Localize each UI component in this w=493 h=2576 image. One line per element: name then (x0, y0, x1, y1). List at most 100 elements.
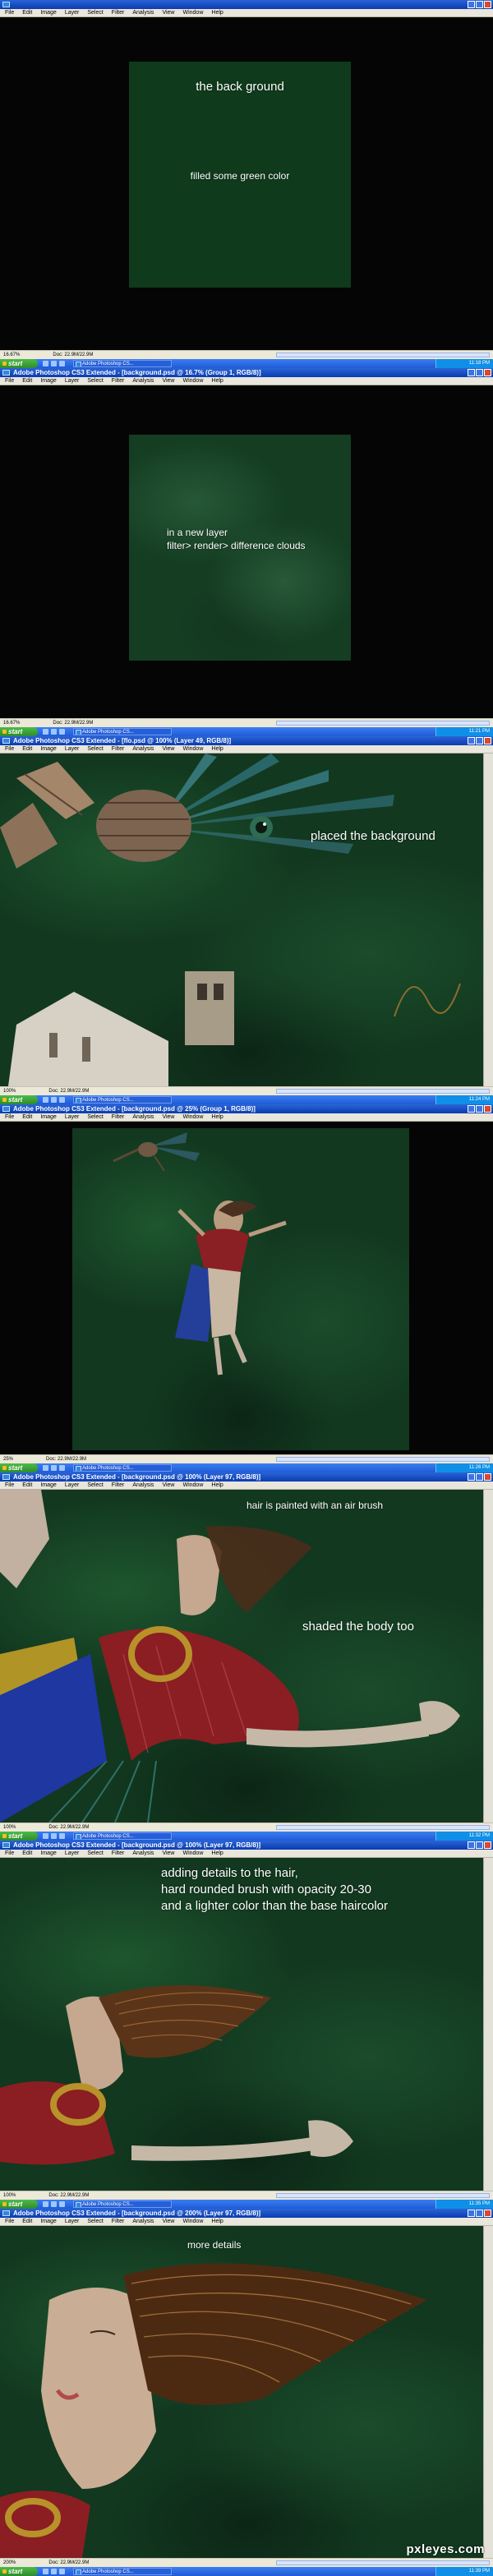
taskbar-item-photoshop[interactable]: Adobe Photoshop CS... (73, 2200, 172, 2208)
palette-panel[interactable] (483, 1490, 493, 1823)
menu-view[interactable]: View (162, 745, 174, 753)
menu-image[interactable]: Image (40, 377, 56, 385)
menu-select[interactable]: Select (87, 1482, 103, 1489)
canvas-area[interactable] (0, 1122, 493, 1454)
menu-image[interactable]: Image (40, 9, 56, 16)
menu-select[interactable]: Select (87, 1113, 103, 1121)
menu-file[interactable]: File (5, 745, 14, 753)
menu-view[interactable]: View (162, 377, 174, 385)
taskbar-item-photoshop[interactable]: Adobe Photoshop CS... (73, 1464, 172, 1472)
start-button[interactable]: start (0, 2567, 38, 2576)
start-button[interactable]: start (0, 1832, 38, 1841)
maximize-icon[interactable] (476, 1105, 483, 1113)
menu-window[interactable]: Window (182, 1482, 203, 1489)
menu-file[interactable]: File (5, 2218, 14, 2225)
menu-analysis[interactable]: Analysis (132, 1113, 154, 1121)
menu-image[interactable]: Image (40, 745, 56, 753)
menu-image[interactable]: Image (40, 2218, 56, 2225)
menu-file[interactable]: File (5, 1850, 14, 1857)
media-icon[interactable] (59, 2569, 65, 2574)
window-titlebar[interactable]: Adobe Photoshop CS3 Extended - [backgrou… (0, 1104, 493, 1113)
window-titlebar[interactable]: Adobe Photoshop CS3 Extended - [flo.psd … (0, 736, 493, 745)
menu-layer[interactable]: Layer (65, 377, 80, 385)
canvas-area[interactable]: the back ground filled some green color (0, 17, 493, 350)
ie-icon[interactable] (43, 2569, 48, 2574)
media-icon[interactable] (59, 1465, 65, 1471)
menu-edit[interactable]: Edit (22, 2218, 32, 2225)
start-button[interactable]: start (0, 359, 38, 368)
ie-icon[interactable] (43, 1465, 48, 1471)
menu-window[interactable]: Window (182, 377, 203, 385)
taskbar-item-photoshop[interactable]: Adobe Photoshop CS... (73, 2568, 172, 2575)
ie-icon[interactable] (43, 1097, 48, 1103)
desktop-icon[interactable] (51, 729, 57, 735)
menu-select[interactable]: Select (87, 377, 103, 385)
menu-select[interactable]: Select (87, 2218, 103, 2225)
window-titlebar[interactable]: Adobe Photoshop CS3 Extended - [backgrou… (0, 1841, 493, 1850)
horizontal-scrollbar[interactable] (276, 1457, 490, 1462)
menu-view[interactable]: View (162, 1850, 174, 1857)
media-icon[interactable] (59, 1097, 65, 1103)
desktop-icon[interactable] (51, 1465, 57, 1471)
taskbar-item-photoshop[interactable]: Adobe Photoshop CS... (73, 1832, 172, 1840)
window-titlebar[interactable] (0, 0, 493, 9)
menu-filter[interactable]: Filter (112, 1113, 125, 1121)
menu-window[interactable]: Window (182, 9, 203, 16)
ie-icon[interactable] (43, 1833, 48, 1839)
canvas-area[interactable]: hair is painted with an air brush shaded… (0, 1490, 493, 1823)
horizontal-scrollbar[interactable] (276, 1825, 490, 1830)
palette-panel[interactable] (483, 753, 493, 1086)
taskbar-item-photoshop[interactable]: Adobe Photoshop CS... (73, 360, 172, 367)
canvas-area[interactable]: in a new layer filter> render> differenc… (0, 385, 493, 718)
menu-filter[interactable]: Filter (112, 377, 125, 385)
desktop-icon[interactable] (51, 361, 57, 366)
menu-layer[interactable]: Layer (65, 745, 80, 753)
menu-window[interactable]: Window (182, 1113, 203, 1121)
menu-analysis[interactable]: Analysis (132, 1482, 154, 1489)
maximize-icon[interactable] (476, 1, 483, 8)
menu-view[interactable]: View (162, 9, 174, 16)
media-icon[interactable] (59, 2201, 65, 2207)
palette-panel[interactable] (483, 2226, 493, 2558)
menu-window[interactable]: Window (182, 2218, 203, 2225)
maximize-icon[interactable] (476, 369, 483, 376)
menu-layer[interactable]: Layer (65, 2218, 80, 2225)
start-button[interactable]: start (0, 1463, 38, 1472)
close-icon[interactable] (484, 1105, 491, 1113)
close-icon[interactable] (484, 1473, 491, 1481)
close-icon[interactable] (484, 1841, 491, 1849)
menu-window[interactable]: Window (182, 745, 203, 753)
menu-layer[interactable]: Layer (65, 1482, 80, 1489)
desktop-icon[interactable] (51, 2569, 57, 2574)
menu-filter[interactable]: Filter (112, 9, 125, 16)
menu-view[interactable]: View (162, 2218, 174, 2225)
menu-analysis[interactable]: Analysis (132, 1850, 154, 1857)
maximize-icon[interactable] (476, 737, 483, 744)
minimize-icon[interactable] (468, 1841, 475, 1849)
taskbar-item-photoshop[interactable]: Adobe Photoshop CS... (73, 1096, 172, 1104)
menu-edit[interactable]: Edit (22, 745, 32, 753)
menu-filter[interactable]: Filter (112, 745, 125, 753)
window-titlebar[interactable]: Adobe Photoshop CS3 Extended - [backgrou… (0, 368, 493, 377)
menu-image[interactable]: Image (40, 1482, 56, 1489)
menu-view[interactable]: View (162, 1113, 174, 1121)
desktop-icon[interactable] (51, 2201, 57, 2207)
minimize-icon[interactable] (468, 369, 475, 376)
close-icon[interactable] (484, 1, 491, 8)
ie-icon[interactable] (43, 361, 48, 366)
menu-layer[interactable]: Layer (65, 1113, 80, 1121)
ie-icon[interactable] (43, 2201, 48, 2207)
desktop-icon[interactable] (51, 1097, 57, 1103)
start-button[interactable]: start (0, 1095, 38, 1104)
horizontal-scrollbar[interactable] (276, 353, 490, 357)
ie-icon[interactable] (43, 729, 48, 735)
window-titlebar[interactable]: Adobe Photoshop CS3 Extended - [backgrou… (0, 1472, 493, 1482)
document-canvas[interactable]: in a new layer filter> render> differenc… (129, 435, 351, 661)
menu-file[interactable]: File (5, 1113, 14, 1121)
menu-edit[interactable]: Edit (22, 1113, 32, 1121)
menu-help[interactable]: Help (211, 9, 223, 16)
menu-analysis[interactable]: Analysis (132, 2218, 154, 2225)
horizontal-scrollbar[interactable] (276, 2560, 490, 2565)
menu-analysis[interactable]: Analysis (132, 377, 154, 385)
menu-select[interactable]: Select (87, 9, 103, 16)
